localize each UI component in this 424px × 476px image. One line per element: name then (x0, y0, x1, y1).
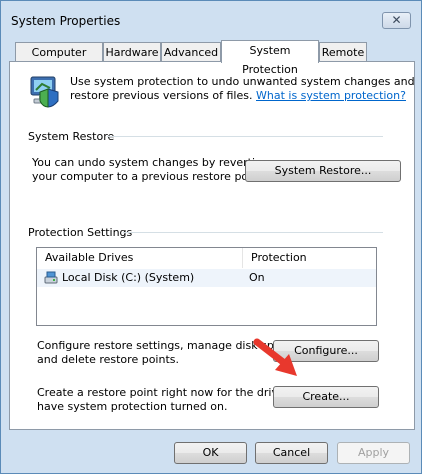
window-title: System Properties (11, 14, 121, 28)
create-button[interactable]: Create... (273, 386, 379, 408)
section-divider (123, 232, 383, 233)
close-icon: ✕ (391, 13, 402, 27)
cancel-button[interactable]: Cancel (255, 442, 328, 464)
drive-icon (44, 271, 58, 285)
close-button[interactable]: ✕ (382, 12, 411, 29)
system-protection-panel (9, 61, 415, 430)
system-restore-desc-line-1: You can undo system changes by reverting (32, 156, 269, 169)
intro-line-2: restore previous versions of files. (70, 89, 256, 102)
tab-remote[interactable]: Remote (319, 42, 367, 63)
apply-button[interactable]: Apply (337, 442, 410, 464)
title-bar: System Properties ✕ (1, 1, 421, 37)
table-row[interactable]: Local Disk (C:) (System) On (37, 269, 376, 287)
system-restore-desc-line-2: your computer to a previous restore poin… (32, 170, 266, 183)
tab-computer-name[interactable]: Computer Name (15, 42, 103, 78)
column-header-protection[interactable]: Protection (243, 248, 376, 268)
tab-hardware[interactable]: Hardware (103, 42, 161, 63)
what-is-system-protection-link[interactable]: What is system protection? (256, 89, 406, 102)
system-restore-description: You can undo system changes by reverting… (32, 156, 269, 184)
shield-computer-icon (28, 73, 62, 109)
system-restore-button[interactable]: System Restore... (245, 160, 401, 182)
column-header-available-drives[interactable]: Available Drives (37, 248, 243, 268)
ok-button[interactable]: OK (174, 442, 247, 464)
protection-settings-heading: Protection Settings (28, 226, 133, 239)
drive-protection-status: On (249, 271, 265, 284)
intro-line-1: Use system protection to undo unwanted s… (70, 75, 415, 88)
system-restore-heading: System Restore (28, 130, 115, 143)
section-divider (107, 136, 383, 137)
system-properties-window: System Properties ✕ Computer Name Hardwa… (0, 0, 422, 474)
drive-name: Local Disk (C:) (System) (62, 271, 195, 284)
drives-table: Available Drives Protection Local Disk (… (36, 247, 377, 326)
intro-text: Use system protection to undo unwanted s… (70, 75, 415, 103)
tab-advanced[interactable]: Advanced (161, 42, 221, 63)
red-arrow-icon (253, 336, 301, 382)
tab-system-protection[interactable]: System Protection (221, 40, 319, 76)
